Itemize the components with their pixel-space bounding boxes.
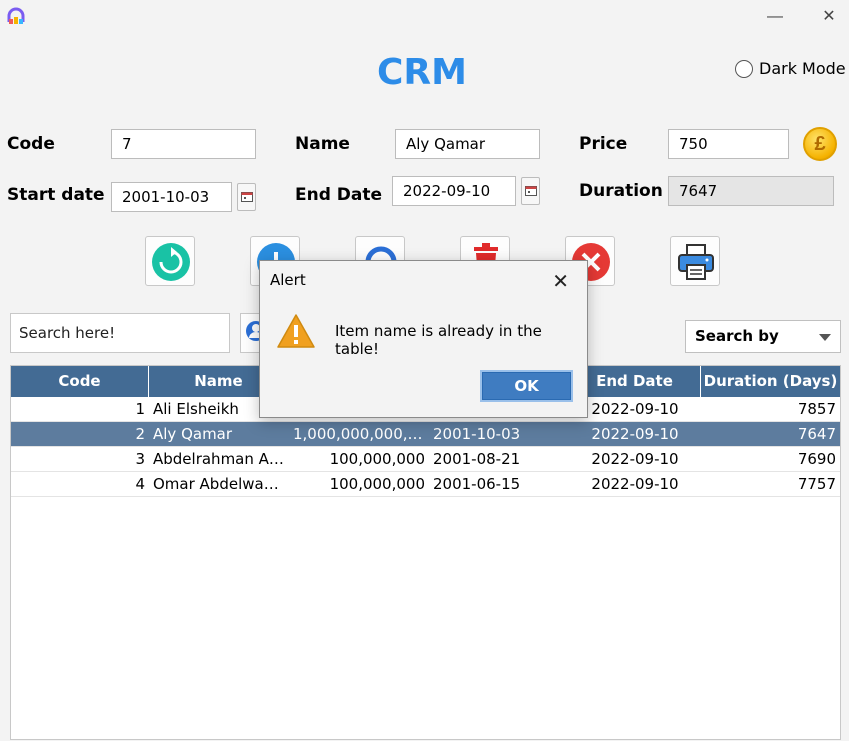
print-button[interactable] (670, 236, 720, 286)
dark-mode-radio[interactable] (735, 59, 753, 78)
start-date-field[interactable]: 2001-10-03 (111, 182, 232, 212)
app-title: CRM (377, 52, 467, 93)
cell-start-date: 2001-10-03 (433, 425, 521, 443)
column-header-end-date[interactable]: End Date (569, 366, 701, 397)
cell-duration: 7757 (797, 475, 836, 493)
duration-label: Duration (579, 181, 663, 201)
end-date-calendar-button[interactable] (521, 177, 540, 205)
end-date-field[interactable]: 2022-09-10 (392, 176, 516, 206)
name-field[interactable]: Aly Qamar (395, 129, 540, 159)
cell-start-date: 2001-06-15 (433, 475, 521, 493)
cell-name: Aly Qamar (153, 425, 233, 443)
search-input[interactable]: Search here! (10, 313, 230, 353)
dark-mode-toggle[interactable]: Dark Mode (735, 59, 846, 78)
cell-code: 4 (135, 475, 145, 493)
cell-code: 3 (135, 450, 145, 468)
start-date-label: Start date (7, 185, 105, 205)
currency-pound-icon[interactable]: £ (803, 127, 837, 161)
minimize-button[interactable]: — (763, 5, 787, 29)
cell-end-date: 2022-09-10 (591, 400, 679, 418)
refresh-icon (152, 243, 190, 281)
close-window-button[interactable]: ✕ (817, 5, 841, 29)
column-header-code[interactable]: Code (11, 366, 149, 397)
name-label: Name (295, 134, 350, 154)
end-date-label: End Date (295, 185, 383, 205)
dark-mode-label: Dark Mode (759, 59, 846, 78)
code-field[interactable]: 7 (111, 129, 256, 159)
calendar-icon (241, 192, 253, 202)
search-by-label: Search by (695, 327, 779, 345)
table-row-selected[interactable]: 2 Aly Qamar 1,000,000,000,000 2001-10-03… (11, 422, 840, 447)
cell-end-date: 2022-09-10 (591, 425, 679, 443)
cell-price: 100,000,000 (329, 450, 425, 468)
duration-field: 7647 (668, 176, 834, 206)
calendar-icon (525, 186, 537, 196)
code-label: Code (7, 134, 55, 154)
cell-name: Omar Abdelwahab (153, 475, 289, 493)
cell-price: 100,000,000 (329, 475, 425, 493)
title-bar: — ✕ (0, 0, 849, 34)
cell-duration: 7857 (797, 400, 836, 418)
warning-icon (276, 313, 316, 354)
chevron-down-icon (819, 334, 831, 341)
alert-title: Alert (270, 271, 306, 289)
refresh-button[interactable] (145, 236, 195, 286)
cell-end-date: 2022-09-10 (591, 450, 679, 468)
cell-name: Abdelrahman Ab… (153, 450, 289, 468)
cell-code: 2 (135, 425, 145, 443)
alert-dialog: Alert ✕ Item name is already in the tabl… (259, 260, 588, 418)
price-label: Price (579, 134, 628, 154)
cell-duration: 7690 (797, 450, 836, 468)
table-row[interactable]: 4 Omar Abdelwahab 100,000,000 2001-06-15… (11, 472, 840, 497)
alert-message: Item name is already in the table! (335, 322, 542, 358)
column-header-duration[interactable]: Duration (Days) (701, 366, 840, 397)
search-by-dropdown[interactable]: Search by (685, 320, 841, 353)
start-date-calendar-button[interactable] (237, 183, 256, 211)
items-table[interactable]: Code Name End Date Duration (Days) 1 Ali… (10, 365, 841, 740)
app-logo-icon (6, 7, 26, 27)
print-icon (678, 244, 714, 280)
ok-button[interactable]: OK (480, 370, 573, 402)
cell-price: 1,000,000,000,000 (293, 425, 429, 443)
cell-code: 1 (135, 400, 145, 418)
cell-start-date: 2001-08-21 (433, 450, 521, 468)
table-row[interactable]: 3 Abdelrahman Ab… 100,000,000 2001-08-21… (11, 447, 840, 472)
price-field[interactable]: 750 (668, 129, 789, 159)
cell-end-date: 2022-09-10 (591, 475, 679, 493)
cell-duration: 7647 (797, 425, 836, 443)
alert-close-button[interactable]: ✕ (552, 269, 569, 294)
currency-symbol: £ (814, 132, 826, 155)
